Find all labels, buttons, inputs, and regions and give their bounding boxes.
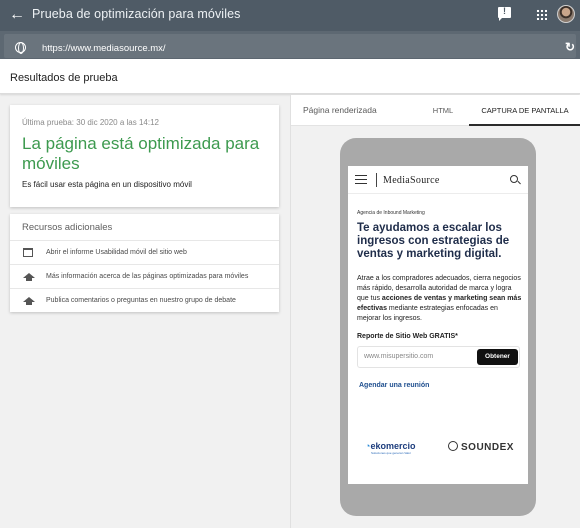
preview-tabs: Página renderizada HTML CAPTURA DE PANTA…: [291, 95, 580, 126]
app-bar: ← Prueba de optimización para móviles: [0, 0, 580, 31]
resource-item-usability-report[interactable]: Abrir el informe Usabilidad móvil del si…: [10, 240, 279, 264]
divider: [376, 173, 377, 187]
url-text[interactable]: https://www.mediasource.mx/: [42, 43, 166, 54]
device-preview-area: MediaSource Agencia de Inbound Marketing…: [291, 126, 580, 528]
resource-item-discussion-group[interactable]: Publica comentarios o preguntas en nuest…: [10, 288, 279, 312]
resource-item-label: Más información acerca de las páginas op…: [46, 273, 249, 280]
globe-icon: [15, 42, 26, 54]
site-kicker: Agencia de Inbound Marketing: [357, 210, 425, 216]
avatar[interactable]: [557, 5, 575, 23]
resource-item-label: Publica comentarios o preguntas en nuest…: [46, 297, 236, 304]
partner-logo-soundex: SOUNDEX: [448, 441, 514, 453]
results-title: Resultados de prueba: [10, 72, 118, 84]
verdict-headline: La página está optimizada para móviles: [22, 134, 260, 173]
site-meeting-link: Agendar una reunión: [359, 382, 430, 389]
site-navbar: MediaSource: [348, 166, 528, 194]
tab-html[interactable]: HTML: [431, 95, 455, 126]
resource-item-label: Abrir el informe Usabilidad móvil del si…: [46, 249, 187, 256]
partner-2-name: SOUNDEX: [461, 442, 514, 453]
verdict-card: Última prueba: 30 dic 2020 a las 14:12 L…: [10, 105, 279, 207]
resource-item-mobile-info[interactable]: Más información acerca de las páginas op…: [10, 264, 279, 288]
reload-icon[interactable]: ↻: [565, 41, 577, 53]
phone-frame: MediaSource Agencia de Inbound Marketing…: [340, 138, 536, 516]
soundex-ring-icon: [448, 441, 458, 451]
school-icon: [23, 273, 35, 281]
site-url-placeholder: www.misupersitio.com: [364, 353, 434, 360]
report-icon: [23, 248, 33, 257]
school-icon: [23, 297, 35, 305]
page-screenshot: MediaSource Agencia de Inbound Marketing…: [348, 166, 528, 484]
url-bar: https://www.mediasource.mx/ ↻: [0, 31, 580, 59]
feedback-icon[interactable]: [498, 6, 511, 21]
app-title: Prueba de optimización para móviles: [32, 7, 241, 21]
results-header: Resultados de prueba: [0, 59, 580, 94]
site-hero-heading: Te ayudamos a escalar los ingresos con e…: [357, 222, 510, 260]
back-arrow-icon[interactable]: ←: [9, 6, 25, 24]
partner-logo-ekomercio: ◔ekomercio Soluciones que generan Valor: [365, 441, 416, 455]
site-logo: MediaSource: [383, 175, 440, 186]
tab-rendered-page[interactable]: Página renderizada: [303, 95, 377, 126]
last-test-date: Última prueba: 30 dic 2020 a las 14:12: [22, 118, 159, 127]
search-icon: [510, 175, 518, 183]
preview-panel: Página renderizada HTML CAPTURA DE PANTA…: [290, 95, 580, 528]
partner-1-tagline: Soluciones que generan Valor: [371, 451, 411, 455]
site-body-text: Atrae a los compradores adecuados, cierr…: [357, 274, 523, 324]
site-url-input: www.misupersitio.com Obtener: [357, 346, 520, 368]
menu-icon: [355, 175, 367, 184]
resources-heading: Recursos adicionales: [22, 222, 113, 233]
partner-1-name: ekomercio: [370, 441, 416, 451]
apps-grid-icon[interactable]: [536, 9, 547, 20]
verdict-subtitle: Es fácil usar esta página en un disposit…: [22, 180, 192, 189]
resources-card: Recursos adicionales Abrir el informe Us…: [10, 214, 279, 312]
url-field[interactable]: https://www.mediasource.mx/ ↻: [4, 34, 576, 58]
site-submit-button: Obtener: [477, 349, 518, 365]
tab-screenshot[interactable]: CAPTURA DE PANTALLA: [469, 95, 580, 126]
site-report-label: Reporte de Sitio Web GRATIS*: [357, 333, 458, 340]
